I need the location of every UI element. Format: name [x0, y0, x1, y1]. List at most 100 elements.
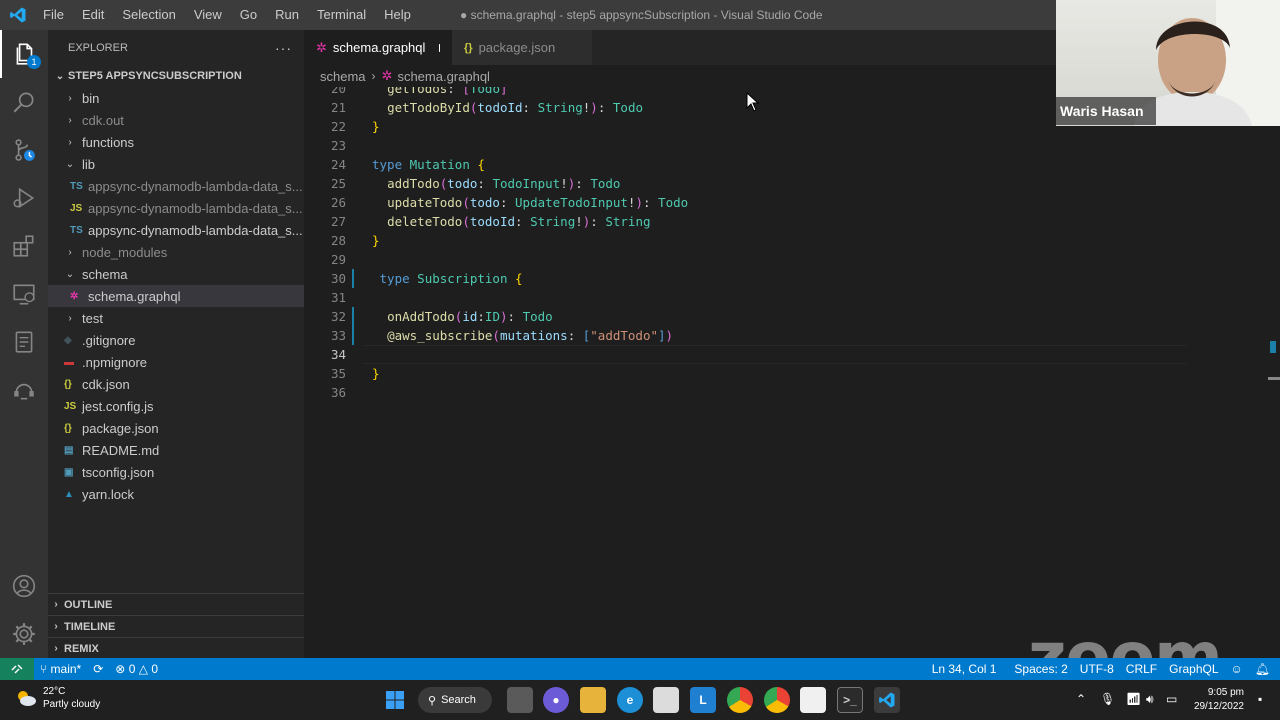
file-type-icon: ▣ [64, 466, 74, 478]
tree-file[interactable]: {} package.json [48, 417, 304, 439]
aws-toolkit-icon[interactable] [0, 366, 48, 414]
tree-file[interactable]: ▬ .npmignore [48, 351, 304, 373]
tree-folder[interactable]: › cdk.out [48, 109, 304, 131]
menu-edit[interactable]: Edit [73, 0, 113, 30]
source-control-icon[interactable] [0, 126, 48, 174]
file-explorer-icon[interactable] [580, 687, 606, 713]
more-actions-icon[interactable]: ··· [275, 40, 292, 56]
windows-start-icon[interactable] [382, 687, 408, 713]
tree-file[interactable]: ✲ schema.graphql [48, 285, 304, 307]
code-line[interactable]: 31 [304, 288, 1204, 307]
volume-icon[interactable]: 🔊︎ [1146, 692, 1154, 707]
code-line[interactable]: 26 updateTodo(todo: UpdateTodoInput!): T… [304, 193, 1204, 212]
microsoft-store-icon[interactable] [653, 687, 679, 713]
code-line[interactable]: 32 onAddTodo(id:ID): Todo [304, 307, 1204, 326]
tree-file[interactable]: JS appsync-dynamodb-lambda-data_s... [48, 197, 304, 219]
remote-indicator-icon[interactable] [0, 658, 34, 680]
code-line[interactable]: 25 addTodo(todo: TodoInput!): Todo [304, 174, 1204, 193]
menu-selection[interactable]: Selection [113, 0, 184, 30]
explorer-icon[interactable]: 1 [0, 30, 48, 78]
chrome-browser-icon[interactable] [727, 687, 753, 713]
chrome-profile-icon[interactable] [764, 687, 790, 713]
tree-file[interactable]: JS jest.config.js [48, 395, 304, 417]
microphone-icon[interactable]: 🎙︎ [1100, 692, 1115, 706]
tree-folder[interactable]: › bin [48, 87, 304, 109]
tree-file[interactable]: ▣ tsconfig.json [48, 461, 304, 483]
line-number: 20 [330, 87, 346, 96]
notification-center-icon[interactable]: ▪ [1258, 692, 1262, 706]
timeline-section[interactable]: › TIMELINE [48, 615, 304, 637]
teams-chat-icon[interactable]: ● [543, 687, 569, 713]
workspace-root-folder[interactable]: ⌄ STEP5 APPSYNCSUBSCRIPTION [48, 65, 304, 87]
code-line[interactable]: 23 [304, 136, 1204, 155]
edge-browser-icon[interactable]: e [617, 687, 643, 713]
breadcrumb-file[interactable]: schema.graphql [397, 69, 490, 84]
code-line[interactable]: 30 type Subscription { [304, 269, 1204, 288]
remote-explorer-icon[interactable] [0, 270, 48, 318]
remix-section[interactable]: › REMIX [48, 637, 304, 659]
task-view-icon[interactable] [507, 687, 533, 713]
feedback-icon[interactable]: ☺ [1225, 662, 1249, 676]
taskbar-clock[interactable]: 9:05 pm 29/12/2022 [1194, 686, 1244, 714]
sync-icon[interactable]: ⟳ [87, 662, 109, 676]
code-line[interactable]: 35} [304, 364, 1204, 383]
code-line[interactable]: 27 deleteTodo(todoId: String!): String [304, 212, 1204, 231]
weather-condition: Partly cloudy [43, 699, 101, 710]
battery-icon[interactable]: ▭ [1166, 692, 1177, 706]
problems-indicator[interactable]: ⊗ 0 △ 0 [109, 662, 164, 676]
code-line[interactable]: 28} [304, 231, 1204, 250]
vscode-taskbar-icon[interactable] [874, 687, 900, 713]
code-line[interactable]: 24 type Mutation { [304, 155, 1204, 174]
git-branch[interactable]: ⑂ main* [34, 662, 87, 676]
tree-folder[interactable]: ⌄ lib [48, 153, 304, 175]
code-line[interactable]: 34 [304, 345, 1204, 364]
outline-section[interactable]: › OUTLINE [48, 593, 304, 615]
indentation[interactable]: Spaces: 2 [1002, 662, 1073, 676]
code-line[interactable]: 33 @aws_subscribe(mutations: ["addTodo"]… [304, 326, 1204, 345]
menu-run[interactable]: Run [266, 0, 308, 30]
tree-file[interactable]: TS appsync-dynamodb-lambda-data_s... [48, 175, 304, 197]
code-line[interactable]: 36 [304, 383, 1204, 402]
menu-go[interactable]: Go [231, 0, 266, 30]
tree-file[interactable]: TS appsync-dynamodb-lambda-data_s... [48, 219, 304, 241]
menu-file[interactable]: File [36, 0, 73, 30]
menu-help[interactable]: Help [375, 0, 420, 30]
extensions-icon[interactable] [0, 222, 48, 270]
weather-widget[interactable]: 22°C Partly cloudy [14, 685, 100, 711]
code-token: : [499, 195, 516, 210]
account-icon[interactable] [0, 562, 48, 610]
tree-folder[interactable]: › test [48, 307, 304, 329]
menu-view[interactable]: View [185, 0, 231, 30]
taskbar-search[interactable]: ⚲ Search [418, 687, 492, 713]
tab-schema-graphql[interactable]: ✲ schema.graphql [304, 30, 452, 65]
notepad-icon[interactable] [800, 687, 826, 713]
terminal-icon[interactable]: >_ [837, 687, 863, 713]
search-icon[interactable] [0, 78, 48, 126]
menu-terminal[interactable]: Terminal [308, 0, 375, 30]
tree-folder[interactable]: ⌄ schema [48, 263, 304, 285]
breadcrumb-folder[interactable]: schema [320, 69, 366, 84]
code-editor[interactable]: 20 getTodos: [Todo] 21 getTodoById(todoId… [304, 87, 1280, 658]
launcher-l-icon[interactable]: L [690, 687, 716, 713]
tree-folder[interactable]: › functions [48, 131, 304, 153]
tree-file[interactable]: ▲ yarn.lock [48, 483, 304, 505]
vscode-logo-icon[interactable] [0, 0, 36, 30]
notifications-bell-icon[interactable]: 🔔︎ [1249, 662, 1280, 676]
line-ending[interactable]: CRLF [1120, 662, 1163, 676]
code-line[interactable]: 29 [304, 250, 1204, 269]
tree-file[interactable]: ▤ README.md [48, 439, 304, 461]
tree-file[interactable]: ◆ .gitignore [48, 329, 304, 351]
wifi-icon[interactable]: 📶︎ [1126, 692, 1141, 706]
docker-icon[interactable] [0, 318, 48, 366]
tree-file[interactable]: {} cdk.json [48, 373, 304, 395]
tab-package-json[interactable]: {} package.json [452, 30, 592, 65]
unsaved-dot-icon[interactable] [439, 43, 440, 52]
tree-item-label: schema [82, 266, 128, 282]
language-mode[interactable]: GraphQL [1163, 662, 1224, 676]
settings-gear-icon[interactable] [0, 610, 48, 658]
cursor-position[interactable]: Ln 34, Col 1 [926, 662, 1003, 676]
tree-folder[interactable]: › node_modules [48, 241, 304, 263]
run-debug-icon[interactable] [0, 174, 48, 222]
encoding[interactable]: UTF-8 [1074, 662, 1120, 676]
tray-overflow-icon[interactable]: ⌃ [1076, 692, 1086, 706]
